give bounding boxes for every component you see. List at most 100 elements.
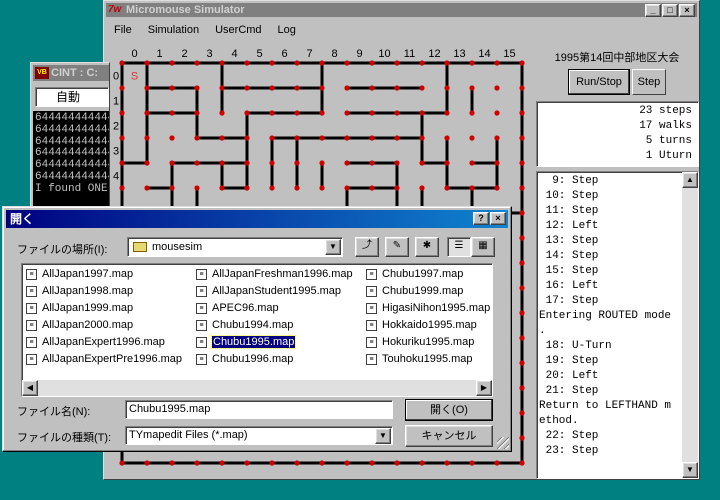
maze-post bbox=[494, 135, 500, 141]
file-item[interactable]: ≡ Chubu1997.map bbox=[364, 266, 490, 283]
cint-window: VB CINT : C: 自動 644444444444 644444444444… bbox=[30, 62, 110, 212]
file-item[interactable]: ≡ APEC96.map bbox=[194, 300, 353, 317]
maze-post bbox=[519, 385, 525, 391]
scroll-down-arrow[interactable]: ▼ bbox=[682, 462, 698, 478]
file-item[interactable]: ≡ AllJapanExpert1996.map bbox=[24, 334, 182, 351]
file-item[interactable]: ≡ Hokkaido1995.map bbox=[364, 317, 490, 334]
file-item[interactable]: ≡ AllJapanStudent1995.map bbox=[194, 283, 353, 300]
file-item[interactable]: ≡ AllJapan1998.map bbox=[24, 283, 182, 300]
file-item[interactable]: ≡ Chubu1996.map bbox=[194, 351, 353, 368]
open-button[interactable]: 開く(O) bbox=[405, 399, 493, 421]
file-item[interactable]: ≡ HigasiNihon1995.map bbox=[364, 300, 490, 317]
maze-post bbox=[519, 110, 525, 116]
help-button[interactable]: ? bbox=[473, 212, 489, 225]
chevron-down-icon[interactable]: ▼ bbox=[375, 428, 391, 444]
stat-turns: 5 turns bbox=[645, 135, 692, 147]
maze-post bbox=[319, 185, 325, 191]
file-list: ≡ AllJapan1997.map ≡ AllJapan1998.map ≡ AllJa… bbox=[21, 263, 493, 397]
file-item[interactable]: ≡ AllJapanExpertPre1996.map bbox=[24, 351, 182, 368]
maze-post bbox=[169, 85, 175, 91]
scroll-up-arrow[interactable]: ▲ bbox=[682, 172, 698, 188]
filetype-dropdown[interactable]: TYmapedit Files (*.map) ▼ bbox=[125, 426, 393, 445]
maze-post bbox=[519, 135, 525, 141]
list-view-button[interactable]: ☰ bbox=[447, 237, 471, 257]
maze-post bbox=[144, 60, 150, 66]
minimize-button[interactable]: _ bbox=[645, 4, 661, 17]
resize-grip[interactable] bbox=[497, 437, 509, 449]
maze-post bbox=[394, 85, 400, 91]
dialog-titlebar[interactable]: 開く ? × bbox=[6, 210, 508, 228]
maze-post bbox=[519, 210, 525, 216]
new-folder-icon: ✱ bbox=[422, 240, 432, 251]
maze-post bbox=[144, 110, 150, 116]
maze-post bbox=[469, 185, 475, 191]
maze-post bbox=[319, 460, 325, 466]
up-folder-button[interactable]: ⤴ bbox=[355, 237, 379, 257]
file-item[interactable]: ≡ AllJapan2000.map bbox=[24, 317, 182, 334]
file-item[interactable]: ≡ Touhoku1995.map bbox=[364, 351, 490, 368]
maze-post bbox=[219, 60, 225, 66]
log-line: 18: U-Turn bbox=[539, 340, 612, 352]
file-item[interactable]: ≡ Hokuriku1995.map bbox=[364, 334, 490, 351]
file-list-scrollbar[interactable]: ◀ ▶ bbox=[22, 380, 492, 396]
file-item[interactable]: ≡ Chubu1994.map bbox=[194, 317, 353, 334]
maze-post bbox=[294, 460, 300, 466]
close-button[interactable]: × bbox=[679, 4, 695, 17]
row-label: 4 bbox=[113, 171, 119, 183]
log-line: 12: Left bbox=[539, 220, 599, 232]
file-item[interactable]: ≡ AllJapan1997.map bbox=[24, 266, 182, 283]
file-name: Hokuriku1995.map bbox=[382, 336, 475, 348]
maze-post bbox=[319, 60, 325, 66]
file-name: Touhoku1995.map bbox=[382, 353, 473, 365]
maze-post bbox=[369, 60, 375, 66]
map-file-icon: ≡ bbox=[26, 303, 37, 314]
desktop-button[interactable]: ✎ bbox=[385, 237, 409, 257]
step-button[interactable]: Step bbox=[632, 69, 666, 95]
simulator-titlebar[interactable]: 7w Micromouse Simulator _ □ × bbox=[106, 3, 697, 17]
maze-post bbox=[394, 185, 400, 191]
maze-post bbox=[119, 60, 125, 66]
cancel-button[interactable]: キャンセル bbox=[405, 425, 493, 447]
cint-mode-field[interactable]: 自動 bbox=[35, 87, 109, 107]
details-view-button[interactable]: ▦ bbox=[471, 237, 495, 257]
maze-post bbox=[369, 185, 375, 191]
file-name: HigasiNihon1995.map bbox=[382, 302, 491, 314]
maze-post bbox=[369, 110, 375, 116]
menu-log[interactable]: Log bbox=[278, 24, 296, 36]
run-stop-button[interactable]: Run/Stop bbox=[568, 69, 630, 95]
maze-post bbox=[219, 160, 225, 166]
dialog-close-button[interactable]: × bbox=[490, 212, 506, 225]
maze-post bbox=[319, 110, 325, 116]
file-item[interactable]: ≡ AllJapanFreshman1996.map bbox=[194, 266, 353, 283]
maze-post bbox=[244, 110, 250, 116]
menu-usercmd[interactable]: UserCmd bbox=[215, 24, 261, 36]
cint-title: CINT : C: bbox=[51, 67, 99, 79]
maximize-button[interactable]: □ bbox=[662, 4, 678, 17]
maze-post bbox=[219, 85, 225, 91]
maze-post bbox=[494, 110, 500, 116]
maze-post bbox=[169, 135, 175, 141]
menu-file[interactable]: File bbox=[114, 24, 132, 36]
maze-post bbox=[319, 160, 325, 166]
file-item[interactable]: ≡ Chubu1999.map bbox=[364, 283, 490, 300]
look-in-dropdown[interactable]: mousesim ▼ bbox=[127, 237, 343, 257]
filename-input[interactable]: Chubu1995.map bbox=[125, 400, 393, 419]
cint-titlebar[interactable]: VB CINT : C: bbox=[33, 65, 109, 81]
maze-post bbox=[419, 85, 425, 91]
menu-simulation[interactable]: Simulation bbox=[148, 24, 199, 36]
maze-post bbox=[419, 460, 425, 466]
column-label: 6 bbox=[281, 48, 287, 60]
map-file-icon: ≡ bbox=[26, 354, 37, 365]
menubar: File Simulation UserCmd Log bbox=[106, 19, 697, 41]
chevron-down-icon[interactable]: ▼ bbox=[325, 239, 341, 255]
scroll-left-arrow[interactable]: ◀ bbox=[22, 380, 38, 396]
scroll-right-arrow[interactable]: ▶ bbox=[476, 380, 492, 396]
file-item[interactable]: ≡ Chubu1995.map bbox=[194, 334, 353, 351]
log-scrollbar[interactable]: ▲ ▼ bbox=[682, 172, 698, 478]
maze-post bbox=[169, 160, 175, 166]
column-label: 12 bbox=[428, 48, 440, 60]
new-folder-button[interactable]: ✱ bbox=[415, 237, 439, 257]
file-item[interactable]: ≡ AllJapan1999.map bbox=[24, 300, 182, 317]
maze-post bbox=[119, 85, 125, 91]
maze-post bbox=[169, 185, 175, 191]
